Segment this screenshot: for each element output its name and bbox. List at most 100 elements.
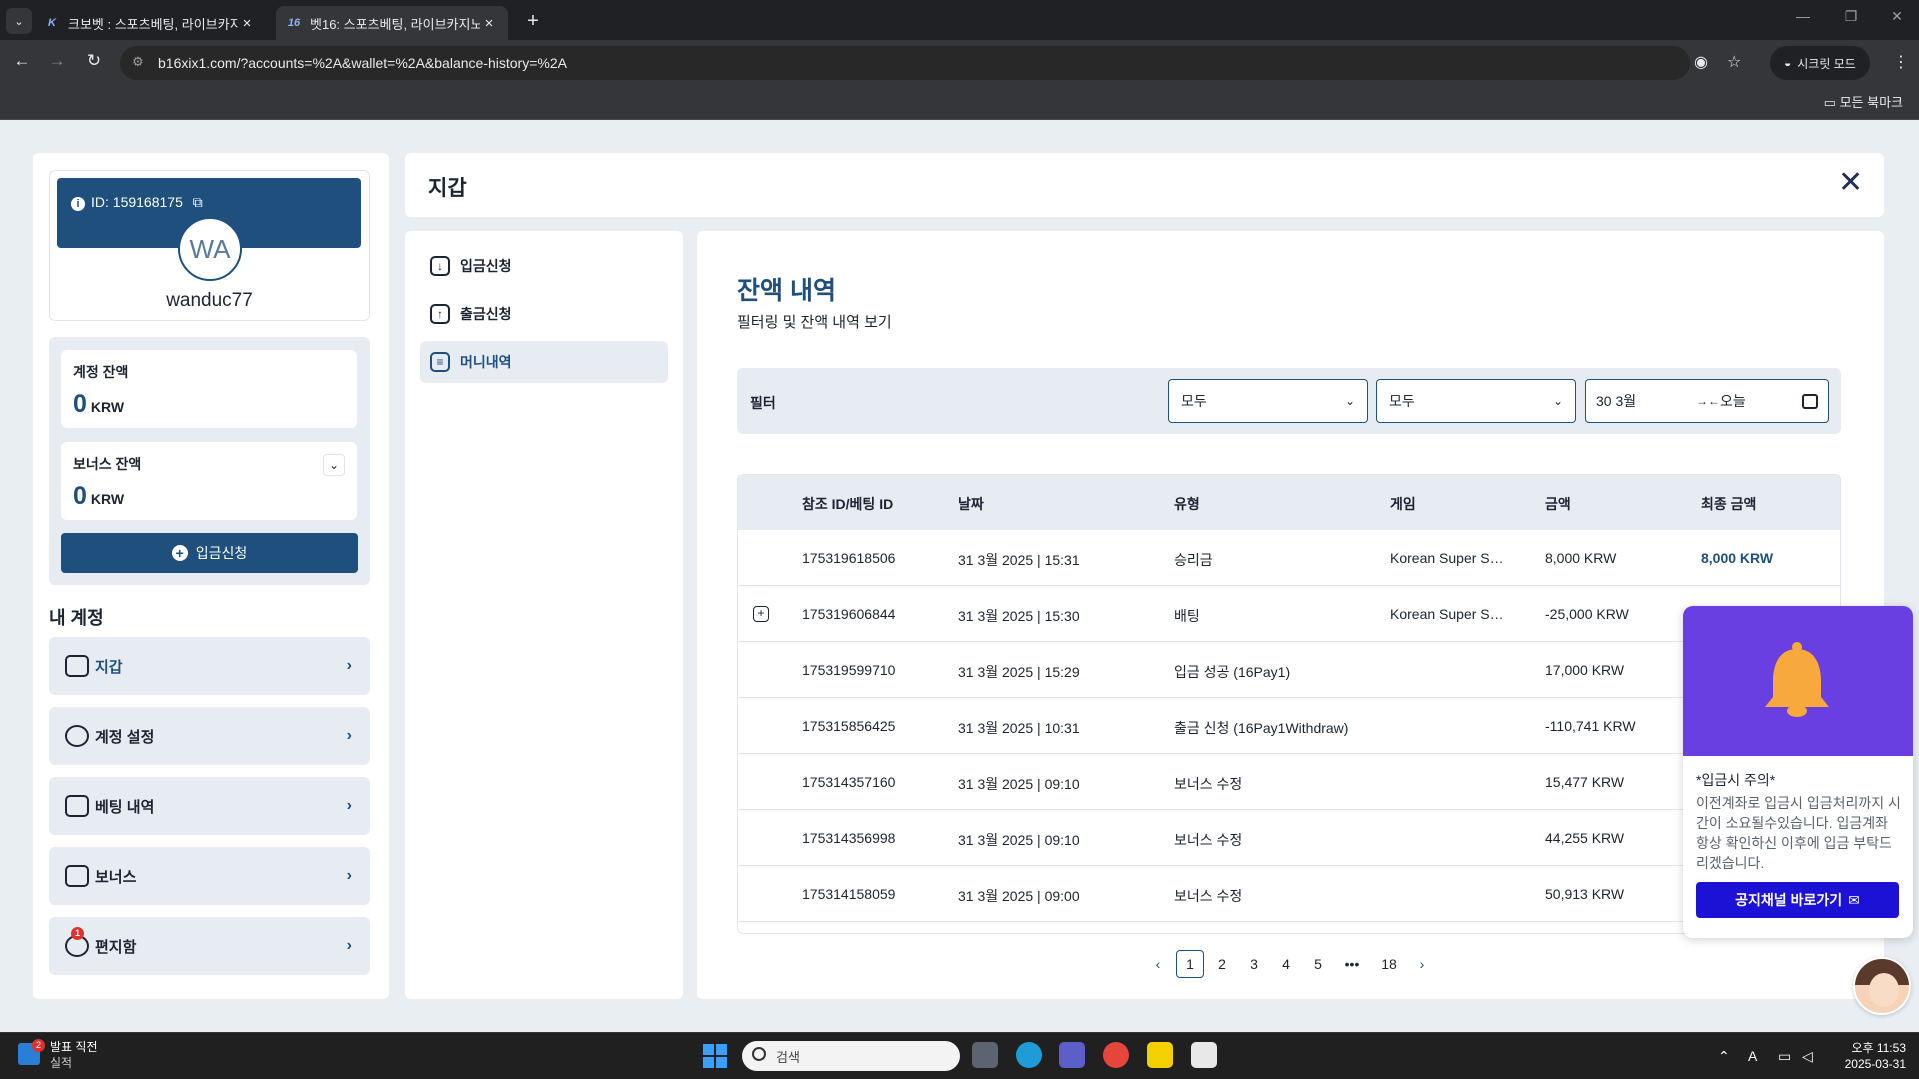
reload-icon[interactable]: ↻ (82, 51, 106, 71)
submenu-deposit[interactable]: ↓ 입금신청 (420, 245, 668, 287)
minimize-icon[interactable]: — (1783, 8, 1823, 24)
date-to: 오늘 (1720, 393, 1746, 409)
user-id: ID: 159168175 (91, 194, 183, 210)
teams-icon[interactable] (1059, 1042, 1085, 1068)
cell-type: 보너스 수정 (1174, 776, 1243, 792)
incognito-icon: ◒ (1784, 56, 1792, 70)
cell-date: 31 3월 2025 | 15:30 (958, 608, 1080, 624)
bookmark-star-icon[interactable]: ☆ (1727, 52, 1741, 72)
info-icon: i (71, 197, 85, 211)
tab-search-button[interactable]: ⌄ (6, 8, 32, 34)
expand-row-icon[interactable]: + (753, 606, 769, 622)
cell-date: 31 3월 2025 | 09:10 (958, 832, 1080, 848)
window-close-icon[interactable]: ✕ (1877, 8, 1917, 25)
browser-tab-1[interactable]: K 크보벳 : 스포츠베팅, 라이브카지노 × (34, 6, 266, 40)
cell-ref: 175319606844 (802, 606, 896, 622)
news-title: 발표 직전 (50, 1040, 98, 1054)
tab-close-icon[interactable]: × (238, 15, 256, 32)
menu-item-wallet[interactable]: 지갑 › (49, 637, 370, 695)
network-icon[interactable]: ▭ (1778, 1048, 1791, 1065)
cell-date: 31 3월 2025 | 10:31 (958, 720, 1080, 736)
select-value: 모두 (1389, 393, 1415, 409)
type-select[interactable]: 모두 ⌄ (1168, 379, 1368, 423)
all-bookmarks-label: 모든 북마크 (1839, 95, 1903, 110)
incognito-label: 시크릿 모드 (1797, 56, 1856, 71)
tab-title: 벳16: 스포츠베팅, 라이브카지노 (310, 16, 480, 32)
cell-final: 8,000 KRW (1701, 550, 1774, 566)
date-from: 30 3월 (1596, 393, 1637, 409)
task-view-icon[interactable] (972, 1042, 998, 1068)
site-info-icon[interactable]: ⚙ (132, 54, 144, 70)
tab-favicon: K (48, 17, 56, 29)
mail-icon: ✉ (1848, 891, 1860, 908)
page-2[interactable]: 2 (1208, 950, 1236, 978)
chat-support-avatar[interactable] (1853, 957, 1911, 1015)
taskbar-search[interactable]: 검색 (742, 1041, 960, 1071)
menu-item-bonus[interactable]: 보너스 › (49, 847, 370, 905)
menu-item-account-settings[interactable]: 계정 설정 › (49, 707, 370, 765)
table-row (738, 530, 1840, 586)
prev-page-icon[interactable]: ‹ (1144, 950, 1172, 978)
incognito-badge[interactable]: ◒ 시크릿 모드 (1770, 46, 1870, 80)
bonus-balance-label: 보너스 잔액 (73, 456, 142, 472)
table-row (738, 866, 1840, 922)
page-1[interactable]: 1 (1176, 950, 1204, 978)
tracking-protection-icon[interactable]: ◉ (1694, 52, 1708, 72)
bookmarks-bar (0, 86, 1919, 120)
menu-item-bet-history[interactable]: 베팅 내역 › (49, 777, 370, 835)
inbox-badge: 1 (71, 927, 84, 940)
cell-ref: 175314357160 (802, 774, 896, 790)
ime-icon[interactable]: A (1748, 1048, 1757, 1064)
date-range-picker[interactable]: 30 3월 →← 오늘 (1585, 379, 1829, 423)
section-title: 잔액 내역 (737, 277, 836, 305)
my-account-title: 내 계정 (49, 608, 104, 628)
browser-menu-icon[interactable]: ⋮ (1893, 52, 1909, 72)
page-3[interactable]: 3 (1240, 950, 1268, 978)
deposit-button[interactable]: + 입금신청 (61, 533, 358, 573)
notice-text: 이전계좌로 입금시 입금처리까지 시간이 소요될수있습니다. 입금계좌 항상 확… (1696, 795, 1901, 871)
page-5[interactable]: 5 (1304, 950, 1332, 978)
column-header: 날짜 (958, 496, 984, 512)
new-tab-button[interactable]: + (520, 8, 546, 34)
system-clock[interactable]: 오후 11:53 2025-03-31 (1836, 1040, 1906, 1072)
copy-icon[interactable]: ⧉ (193, 194, 203, 210)
close-icon[interactable]: ✕ (1838, 168, 1863, 198)
browser-tab-2[interactable]: 16 벳16: 스포츠베팅, 라이브카지노 × (276, 6, 508, 40)
chevron-down-icon[interactable]: ⌄ (323, 454, 345, 476)
submenu-withdraw[interactable]: ↑ 출금신청 (420, 293, 668, 335)
back-icon[interactable]: ← (10, 51, 34, 71)
address-bar[interactable]: ⚙ b16xix1.com/?accounts=%2A&wallet=%2A&b… (120, 46, 1690, 80)
chrome-icon[interactable] (1103, 1042, 1129, 1068)
user-settings-icon (65, 725, 89, 747)
page-title: 지갑 (428, 177, 467, 200)
clock-time: 오후 11:53 (1851, 1041, 1906, 1055)
news-widget[interactable]: 2 발표 직전 실적 (18, 1039, 98, 1071)
bell-icon (1765, 642, 1829, 717)
page-last[interactable]: 18 (1375, 950, 1403, 978)
all-bookmarks-button[interactable]: ▭ 모든 북마크 (1824, 92, 1903, 111)
section-subtitle: 필터링 및 잔액 내역 보기 (737, 314, 892, 331)
forward-icon[interactable]: → (45, 51, 69, 71)
news-subtitle: 실적 (50, 1056, 73, 1070)
app-icon[interactable] (1191, 1042, 1217, 1068)
restore-icon[interactable]: ❐ (1831, 8, 1871, 25)
menu-item-inbox[interactable]: 1 편지함 › (49, 917, 370, 975)
cell-amount: 8,000 KRW (1545, 550, 1617, 566)
chevron-right-icon: › (346, 867, 352, 884)
kakaotalk-icon[interactable] (1147, 1042, 1173, 1068)
game-select[interactable]: 모두 ⌄ (1376, 379, 1576, 423)
download-icon: ↓ (430, 256, 450, 276)
account-balance-value: 0 (73, 390, 87, 418)
tab-close-icon[interactable]: × (480, 15, 498, 32)
windows-start-icon[interactable] (703, 1044, 727, 1068)
column-header: 금액 (1545, 496, 1571, 512)
calendar-icon[interactable] (1802, 393, 1818, 409)
chevron-right-icon: › (346, 937, 352, 954)
tray-overflow-icon[interactable]: ⌃ (1718, 1048, 1730, 1065)
next-page-icon[interactable]: › (1408, 950, 1436, 978)
edge-icon[interactable] (1016, 1042, 1042, 1068)
notice-channel-button[interactable]: 공지채널 바로가기 ✉ (1696, 882, 1899, 918)
volume-icon[interactable]: ◁ (1802, 1048, 1813, 1065)
submenu-money-history[interactable]: ≡ 머니내역 (420, 341, 668, 383)
page-4[interactable]: 4 (1272, 950, 1300, 978)
